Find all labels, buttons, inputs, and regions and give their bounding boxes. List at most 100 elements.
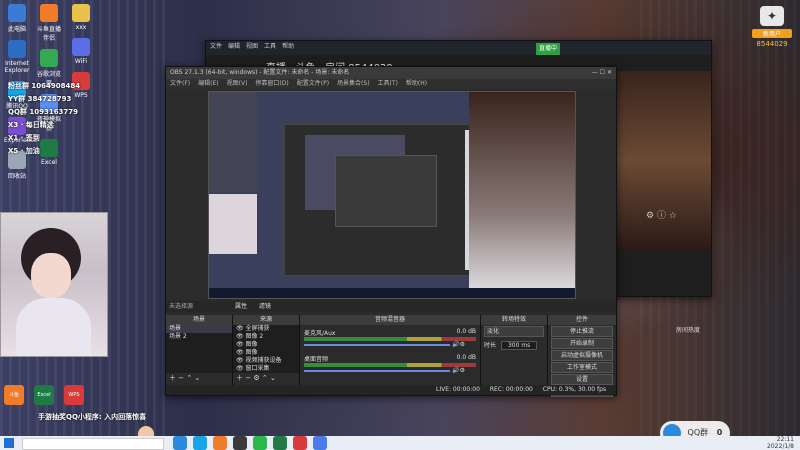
- taskbar-app-icon[interactable]: [253, 436, 267, 450]
- back-window-titlebar[interactable]: 文件 编辑 视图 工具 帮助 直播中: [206, 41, 711, 55]
- start-button[interactable]: [4, 438, 14, 448]
- controls-dock[interactable]: 控件 停止推流开始录制启动虚拟摄像机工作室模式设置退出: [548, 315, 616, 397]
- taskbar-app-icon[interactable]: [313, 436, 327, 450]
- duration-label: 时长: [484, 342, 497, 349]
- channel-name: 麦克风/Aux: [304, 330, 336, 337]
- properties-button[interactable]: 属性: [235, 303, 247, 310]
- mixer-channel[interactable]: 麦克风/Aux 0.0 dB 🔊⚙: [300, 325, 480, 351]
- desktop-icon-label: xxx: [75, 24, 87, 31]
- taskbar-app-icon[interactable]: [173, 436, 187, 450]
- volume-slider[interactable]: [304, 344, 451, 346]
- mixer-dock[interactable]: 音频混音器 麦克风/Aux 0.0 dB 🔊⚙ 桌面音频 0.0 dB 🔊⚙: [300, 315, 481, 385]
- control-button[interactable]: 设置: [551, 374, 613, 385]
- obs-menu-item[interactable]: 编辑(E): [198, 80, 218, 87]
- taskbar-app-icon[interactable]: [293, 436, 307, 450]
- obs-titlebar[interactable]: OBS 27.1.3 (64-bit, windows) - 配置文件: 未命名…: [166, 67, 616, 79]
- app-icon: [8, 4, 26, 22]
- desktop-icon[interactable]: Internet Explorer: [4, 40, 30, 74]
- desktop-icon[interactable]: WPS: [64, 385, 84, 405]
- source-item[interactable]: 👁 图像: [233, 341, 299, 349]
- tray-clock[interactable]: 22:11 2022/1/8: [767, 436, 794, 450]
- control-button[interactable]: 停止推流: [551, 326, 613, 337]
- obs-menu-item[interactable]: 帮助(H): [406, 80, 427, 87]
- desktop-icon-label: Internet Explorer: [4, 60, 30, 74]
- stream-overlay-text: 粉丝群 1064908484 YY群 384728793 QQ群 109316377…: [8, 80, 108, 158]
- window-controls-icon[interactable]: — ☐ ✕: [592, 67, 612, 79]
- source-item[interactable]: 👁 窗口采集: [233, 365, 299, 373]
- desktop-icon[interactable]: Excel: [34, 385, 54, 405]
- new-user-badge[interactable]: 新用户: [752, 29, 792, 38]
- desktop-icon[interactable]: 斗鱼: [4, 385, 24, 405]
- back-menu-item[interactable]: 文件: [210, 43, 222, 50]
- search-box[interactable]: [22, 438, 164, 450]
- obs-statusbar: LIVE: 00:00:00 REC: 00:00:00 CPU: 0.3%, …: [166, 385, 616, 395]
- obs-menu-item[interactable]: 停靠窗口(D): [255, 80, 288, 87]
- overlay-line: X3 · 每日精选: [8, 121, 54, 129]
- obs-menu-item[interactable]: 文件(F): [170, 80, 190, 87]
- obs-menu-item[interactable]: 工具(T): [378, 80, 398, 87]
- control-button[interactable]: 开始录制: [551, 338, 613, 349]
- back-window-tools[interactable]: ⚙ ⓘ ☆: [646, 208, 677, 221]
- taskbar-app-icon[interactable]: [213, 436, 227, 450]
- app-icon: [40, 4, 58, 22]
- scenes-dock[interactable]: 场景 场景 场景 2 ＋ − ⌃ ⌄: [166, 315, 233, 385]
- transitions-dock[interactable]: 转场特效 淡化 时长 300 ms: [481, 315, 548, 385]
- back-menu-item[interactable]: 视图: [246, 43, 258, 50]
- room-id: 8544029: [756, 40, 788, 48]
- control-button[interactable]: 工作室模式: [551, 362, 613, 373]
- taskbar-apps: [170, 436, 330, 450]
- taskbar: 22:11 2022/1/8: [0, 436, 800, 450]
- right-footer-label: 房间热度: [676, 327, 701, 334]
- room-logo-icon: ✦: [760, 6, 784, 26]
- preview-right-scene: [469, 92, 575, 298]
- scene-item[interactable]: 场景 2: [166, 333, 232, 341]
- desktop-icon[interactable]: xxx: [68, 4, 94, 31]
- app-icon: [72, 38, 90, 56]
- taskbar-app-icon[interactable]: [273, 436, 287, 450]
- transition-select[interactable]: 淡化: [484, 326, 544, 337]
- app-icon: [72, 4, 90, 22]
- mixer-channel-header: 麦克风/Aux 0.0 dB: [304, 328, 476, 337]
- volume-slider[interactable]: [304, 370, 451, 372]
- room-info[interactable]: ✦ 新用户 8544029: [752, 6, 792, 48]
- source-item[interactable]: 👁 全屏捕获: [233, 325, 299, 333]
- source-item[interactable]: 👁 图像 2: [233, 333, 299, 341]
- scene-item[interactable]: 场景: [166, 325, 232, 333]
- duration-input[interactable]: 300 ms: [500, 341, 538, 350]
- mixer-channel[interactable]: 桌面音频 0.0 dB 🔊⚙: [300, 351, 480, 377]
- face-shape: [31, 253, 71, 298]
- shirt-shape: [16, 298, 91, 356]
- desktop-icon-label: Excel: [41, 159, 57, 166]
- source-item[interactable]: 👁 图像: [233, 349, 299, 357]
- scenes-dock-title: 场景: [166, 315, 232, 325]
- desktop-icon-label: 回收站: [7, 173, 26, 180]
- obs-menu-item[interactable]: 配置文件(P): [297, 80, 329, 87]
- back-menu-item[interactable]: 编辑: [228, 43, 240, 50]
- obs-window[interactable]: OBS 27.1.3 (64-bit, windows) - 配置文件: 未命名…: [165, 66, 617, 397]
- desktop-icon[interactable]: 此电脑: [4, 4, 30, 33]
- obs-preview[interactable]: [208, 91, 576, 299]
- live-badge[interactable]: 直播中: [536, 43, 561, 55]
- back-menu-item[interactable]: 帮助: [282, 43, 294, 50]
- taskbar-app-icon[interactable]: [233, 436, 247, 450]
- taskbar-app-icon[interactable]: [193, 436, 207, 450]
- filters-button[interactable]: 滤镜: [259, 303, 271, 310]
- sources-dock[interactable]: 来源 👁 全屏捕获 👁 图像 2 👁 图像 👁 图像 👁 视频捕获设备 👁 窗口采集 ＋ …: [233, 315, 300, 385]
- preview-taskbar: [209, 288, 575, 298]
- desktop-icon[interactable]: 斗鱼直播伴侣: [36, 4, 62, 42]
- obs-menu-item[interactable]: 视图(V): [227, 80, 248, 87]
- obs-menu-item[interactable]: 场景集合(S): [337, 80, 370, 87]
- back-menu-item[interactable]: 工具: [264, 43, 276, 50]
- cpu-fps: CPU: 0.3%, 30.00 fps: [542, 386, 607, 393]
- preview-recursive-2: [335, 155, 437, 227]
- desktop-icon[interactable]: WiFi: [68, 38, 94, 65]
- preview-webcam: [209, 194, 257, 254]
- source-controls[interactable]: ＋ − ⚙ ⌃ ⌄: [233, 373, 299, 383]
- source-item[interactable]: 👁 视频捕获设备: [233, 357, 299, 365]
- overlay-line: 粉丝群 1064908484: [8, 82, 81, 90]
- control-button[interactable]: 启动虚拟摄像机: [551, 350, 613, 361]
- speaker-icon[interactable]: 🔊⚙: [450, 341, 465, 348]
- scene-controls[interactable]: ＋ − ⌃ ⌄: [166, 373, 232, 383]
- speaker-icon[interactable]: 🔊⚙: [450, 367, 465, 374]
- obs-menubar[interactable]: 文件(F) 编辑(E) 视图(V) 停靠窗口(D) 配置文件(P) 场景集合(S) 工具(T…: [166, 79, 616, 89]
